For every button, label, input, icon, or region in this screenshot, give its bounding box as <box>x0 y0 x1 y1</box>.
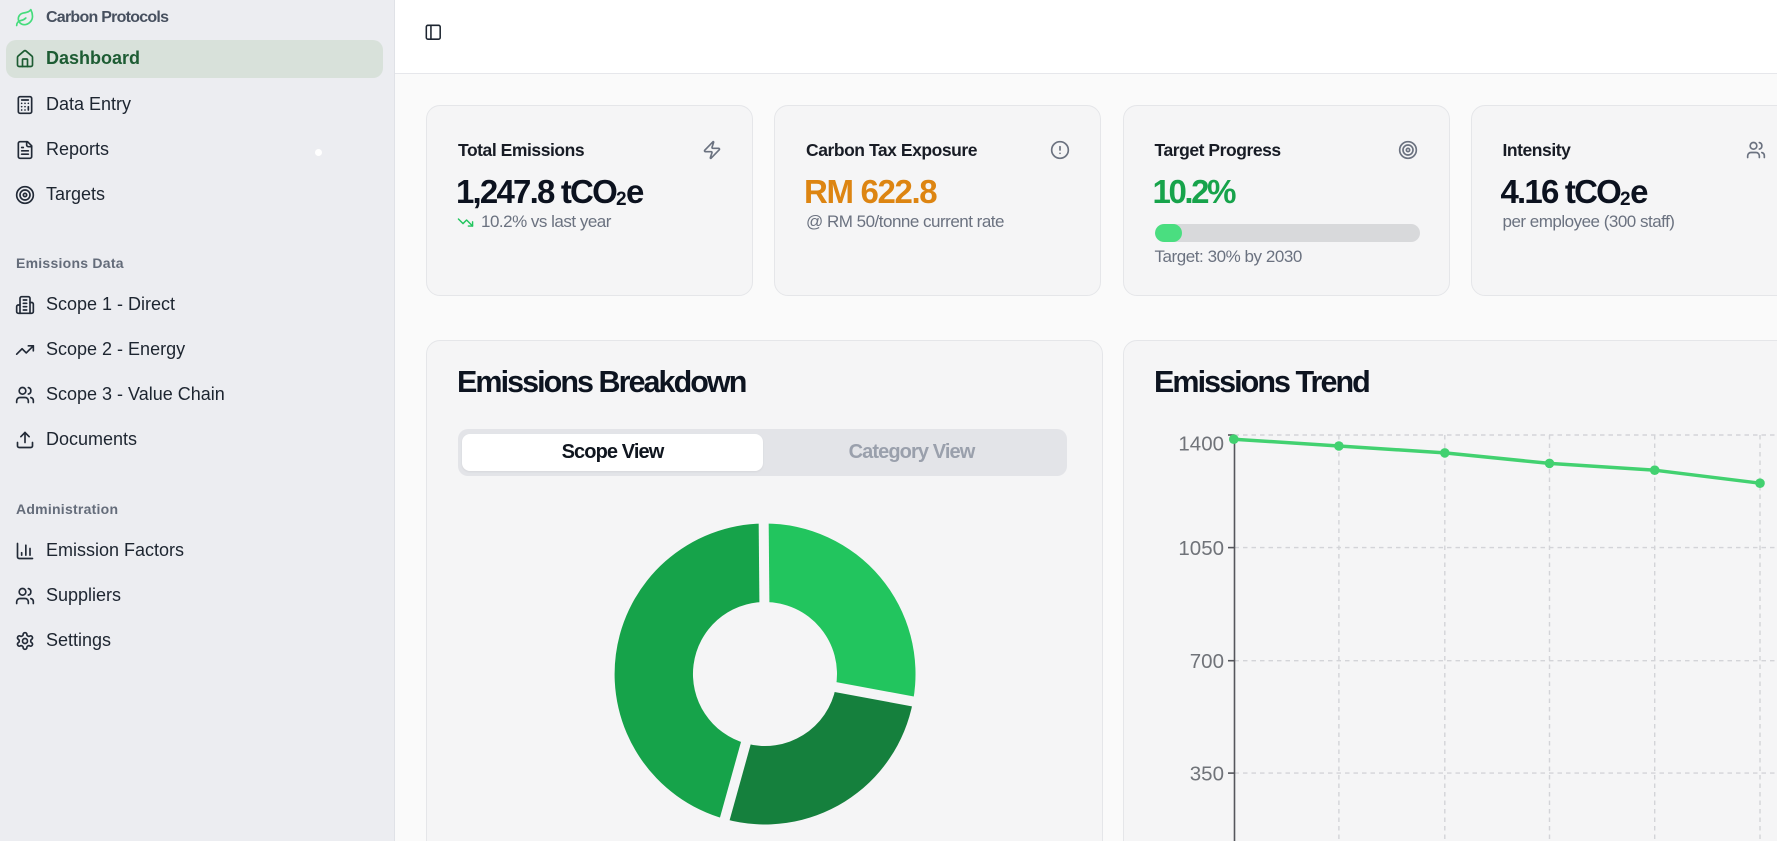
svg-text:1400: 1400 <box>1178 433 1224 456</box>
svg-text:700: 700 <box>1190 650 1224 673</box>
svg-text:1050: 1050 <box>1178 537 1224 560</box>
svg-text:350: 350 <box>1190 762 1224 785</box>
